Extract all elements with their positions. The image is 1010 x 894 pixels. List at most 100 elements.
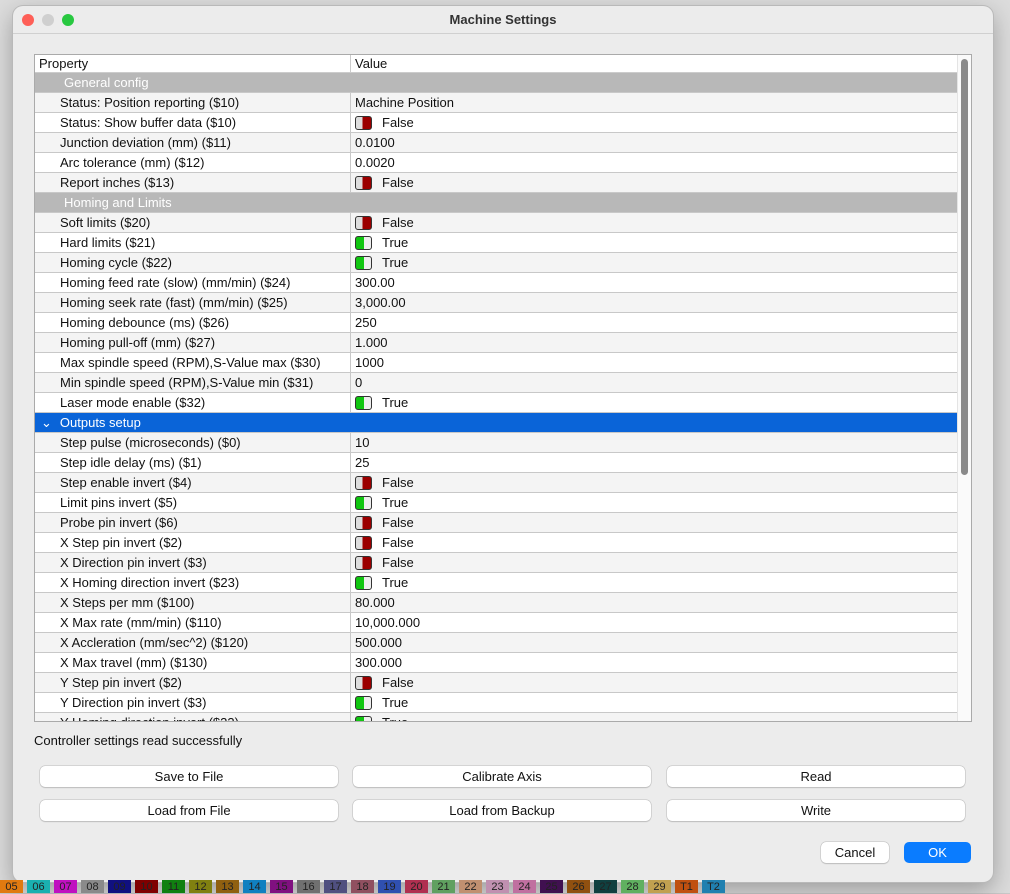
table-row[interactable]: Status: Position reporting ($10) Machine … [35, 93, 971, 113]
color-swatch[interactable]: 05 [0, 880, 23, 893]
section-row[interactable]: Homing and Limits [35, 193, 971, 213]
chevron-down-icon[interactable]: ⌄ [41, 413, 52, 432]
column-header-value[interactable]: Value [351, 55, 387, 72]
property-value[interactable]: True [351, 573, 971, 592]
table-row[interactable]: Laser mode enable ($32) True [35, 393, 971, 413]
calibrate-axis-button[interactable]: Calibrate Axis [353, 766, 651, 787]
toggle-off-icon[interactable] [355, 535, 372, 550]
property-value[interactable]: False [351, 533, 971, 552]
property-value[interactable]: 3,000.00 [351, 293, 971, 312]
property-value[interactable]: 0.0020 [351, 153, 971, 172]
toggle-on-icon[interactable] [355, 255, 372, 270]
section-row[interactable]: ⌄ Outputs setup [35, 413, 971, 433]
property-value[interactable]: Machine Position [351, 93, 971, 112]
property-value[interactable]: False [351, 213, 971, 232]
ok-button[interactable]: OK [904, 842, 971, 863]
color-swatch[interactable]: 29 [648, 880, 671, 893]
toggle-on-icon[interactable] [355, 575, 372, 590]
toggle-on-icon[interactable] [355, 235, 372, 250]
color-swatch[interactable]: T2 [702, 880, 725, 893]
minimize-window-button[interactable] [42, 14, 54, 26]
table-row[interactable]: X Homing direction invert ($23) True [35, 573, 971, 593]
table-row[interactable]: Arc tolerance (mm) ($12) 0.0020 [35, 153, 971, 173]
table-row[interactable]: Y Direction pin invert ($3) True [35, 693, 971, 713]
property-value[interactable]: 250 [351, 313, 971, 332]
property-value[interactable]: 500.000 [351, 633, 971, 652]
color-swatch[interactable]: 26 [567, 880, 590, 893]
property-value[interactable]: False [351, 113, 971, 132]
table-row[interactable]: Step idle delay (ms) ($1) 25 [35, 453, 971, 473]
column-header-property[interactable]: Property [35, 55, 351, 72]
color-swatch[interactable]: 11 [162, 880, 185, 893]
property-value[interactable]: True [351, 233, 971, 252]
table-row[interactable]: X Step pin invert ($2) False [35, 533, 971, 553]
toggle-off-icon[interactable] [355, 475, 372, 490]
property-value[interactable]: 1000 [351, 353, 971, 372]
vertical-scrollbar[interactable] [957, 55, 971, 721]
save-to-file-button[interactable]: Save to File [40, 766, 338, 787]
table-row[interactable]: X Direction pin invert ($3) False [35, 553, 971, 573]
property-value[interactable]: 1.000 [351, 333, 971, 352]
scrollbar-thumb[interactable] [961, 59, 968, 475]
section-row[interactable]: General config [35, 73, 971, 93]
property-value[interactable]: 300.000 [351, 653, 971, 672]
property-value[interactable]: False [351, 473, 971, 492]
table-row[interactable]: Y Homing direction invert ($23) True [35, 713, 971, 721]
property-value[interactable]: True [351, 693, 971, 712]
property-value[interactable]: False [351, 173, 971, 192]
property-value[interactable]: True [351, 253, 971, 272]
toggle-off-icon[interactable] [355, 115, 372, 130]
color-swatch[interactable]: 18 [351, 880, 374, 893]
color-swatch[interactable]: 20 [405, 880, 428, 893]
table-row[interactable]: Min spindle speed (RPM),S-Value min ($31… [35, 373, 971, 393]
load-from-backup-button[interactable]: Load from Backup [353, 800, 651, 821]
property-value[interactable]: False [351, 673, 971, 692]
color-swatch[interactable]: 25 [540, 880, 563, 893]
color-swatch[interactable]: 23 [486, 880, 509, 893]
write-button[interactable]: Write [667, 800, 965, 821]
toggle-on-icon[interactable] [355, 495, 372, 510]
table-row[interactable]: Homing debounce (ms) ($26) 250 [35, 313, 971, 333]
table-row[interactable]: Probe pin invert ($6) False [35, 513, 971, 533]
color-swatch[interactable]: T1 [675, 880, 698, 893]
table-row[interactable]: Step pulse (microseconds) ($0) 10 [35, 433, 971, 453]
table-row[interactable]: Homing seek rate (fast) (mm/min) ($25) 3,… [35, 293, 971, 313]
zoom-window-button[interactable] [62, 14, 74, 26]
table-row[interactable]: Report inches ($13) False [35, 173, 971, 193]
property-value[interactable]: 80.000 [351, 593, 971, 612]
toggle-off-icon[interactable] [355, 675, 372, 690]
property-value[interactable]: False [351, 553, 971, 572]
load-from-file-button[interactable]: Load from File [40, 800, 338, 821]
table-row[interactable]: Y Step pin invert ($2) False [35, 673, 971, 693]
table-row[interactable]: Homing cycle ($22) True [35, 253, 971, 273]
toggle-off-icon[interactable] [355, 555, 372, 570]
color-swatch[interactable]: 07 [54, 880, 77, 893]
table-row[interactable]: Junction deviation (mm) ($11) 0.0100 [35, 133, 971, 153]
color-swatch[interactable]: 10 [135, 880, 158, 893]
table-row[interactable]: Hard limits ($21) True [35, 233, 971, 253]
color-swatch[interactable]: 28 [621, 880, 644, 893]
table-row[interactable]: X Max travel (mm) ($130) 300.000 [35, 653, 971, 673]
toggle-off-icon[interactable] [355, 515, 372, 530]
table-row[interactable]: Limit pins invert ($5) True [35, 493, 971, 513]
property-value[interactable]: 25 [351, 453, 971, 472]
color-swatch[interactable]: 13 [216, 880, 239, 893]
table-row[interactable]: X Accleration (mm/sec^2) ($120) 500.000 [35, 633, 971, 653]
table-row[interactable]: Status: Show buffer data ($10) False [35, 113, 971, 133]
property-value[interactable]: 0 [351, 373, 971, 392]
close-window-button[interactable] [22, 14, 34, 26]
color-swatch[interactable]: 06 [27, 880, 50, 893]
table-row[interactable]: Step enable invert ($4) False [35, 473, 971, 493]
read-button[interactable]: Read [667, 766, 965, 787]
table-row[interactable]: Soft limits ($20) False [35, 213, 971, 233]
cancel-button[interactable]: Cancel [821, 842, 889, 863]
toggle-on-icon[interactable] [355, 395, 372, 410]
toggle-on-icon[interactable] [355, 695, 372, 710]
property-value[interactable]: True [351, 713, 971, 721]
table-row[interactable]: X Max rate (mm/min) ($110) 10,000.000 [35, 613, 971, 633]
color-swatch[interactable]: 09 [108, 880, 131, 893]
color-swatch[interactable]: 15 [270, 880, 293, 893]
property-value[interactable]: True [351, 493, 971, 512]
color-swatch[interactable]: 16 [297, 880, 320, 893]
color-swatch[interactable]: 24 [513, 880, 536, 893]
